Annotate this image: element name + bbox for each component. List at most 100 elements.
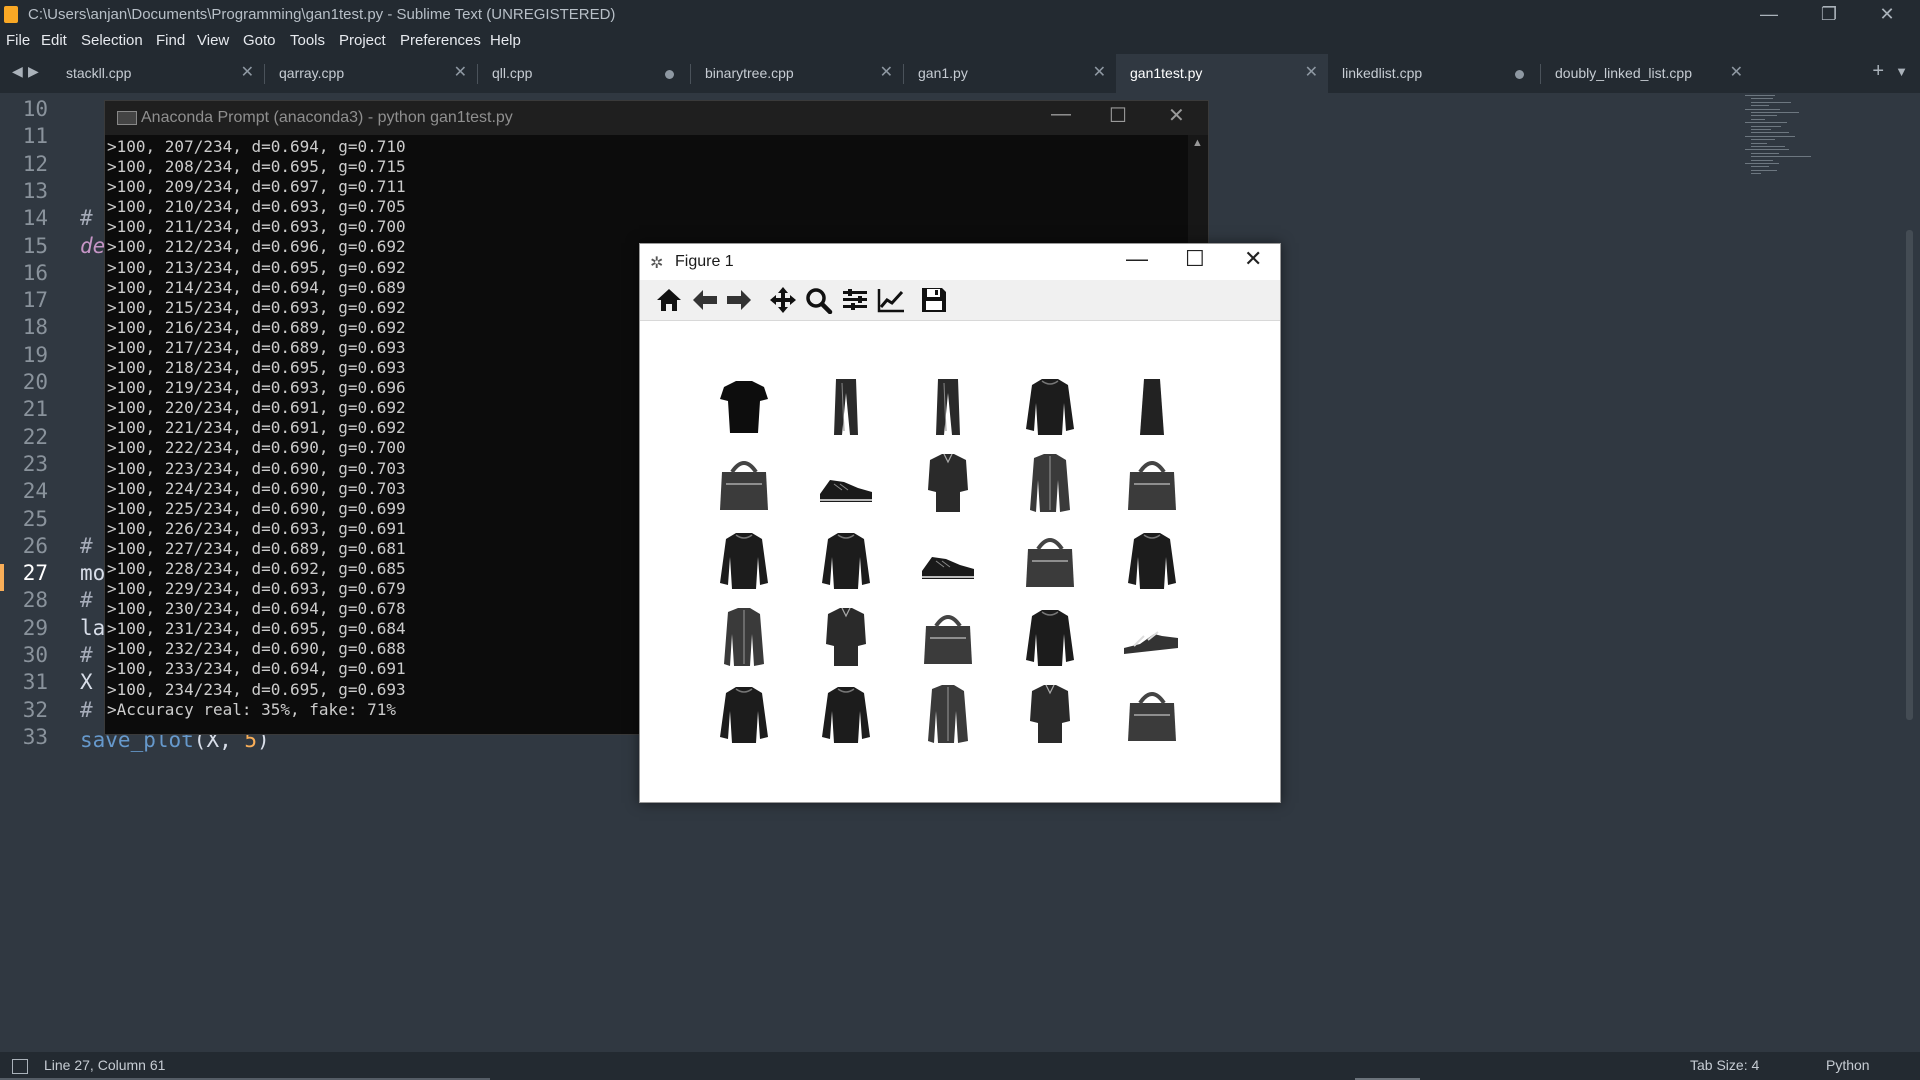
- console-maximize-button[interactable]: ☐: [1109, 103, 1127, 128]
- console-line: >100, 229/234, d=0.693, g=0.679: [107, 579, 406, 599]
- console-line: >Accuracy real: 35%, fake: 71%: [107, 699, 396, 719]
- menu-project[interactable]: Project: [339, 32, 386, 49]
- tab-linkedlist[interactable]: linkedlist.cpp: [1328, 54, 1540, 93]
- menu-view[interactable]: View: [197, 32, 229, 49]
- console-line: >100, 211/234, d=0.693, g=0.700: [107, 217, 406, 237]
- console-line: >100, 220/234, d=0.691, g=0.692: [107, 398, 406, 418]
- generated-image-tshirt: [712, 373, 776, 443]
- generated-image-dress: [1120, 373, 1184, 443]
- console-close-button[interactable]: ✕: [1168, 103, 1185, 128]
- console-output: >100, 207/234, d=0.694, g=0.710 >100, 208…: [107, 137, 406, 720]
- scroll-up-arrow-icon[interactable]: ▲: [1192, 137, 1203, 149]
- generated-image-trouser: [916, 373, 980, 443]
- console-line: >100, 228/234, d=0.692, g=0.685: [107, 558, 406, 578]
- figure-minimize-button[interactable]: —: [1126, 246, 1148, 272]
- line-number: 20: [22, 370, 48, 394]
- subplots-icon[interactable]: [840, 286, 870, 314]
- menu-goto[interactable]: Goto: [243, 32, 276, 49]
- home-icon[interactable]: [654, 286, 684, 314]
- pan-icon[interactable]: [768, 286, 798, 314]
- console-minimize-button[interactable]: —: [1051, 103, 1071, 126]
- modified-dot-icon[interactable]: [1515, 70, 1524, 79]
- tab-qll[interactable]: qll.cpp: [478, 54, 690, 93]
- console-line: >100, 212/234, d=0.696, g=0.692: [107, 237, 406, 257]
- line-number: 22: [22, 424, 48, 449]
- generated-image-coat: [712, 604, 776, 674]
- tab-prev-icon[interactable]: ◀: [12, 63, 23, 80]
- vertical-scrollbar[interactable]: [1906, 230, 1913, 720]
- generated-image-pullover: [712, 681, 776, 751]
- line-number: 28: [22, 588, 48, 613]
- code-line-26: #: [80, 533, 93, 558]
- line-number: 17: [22, 288, 48, 313]
- zoom-icon[interactable]: [804, 286, 834, 314]
- generated-image-shirt: [916, 450, 980, 520]
- tab-label: linkedlist.cpp: [1342, 65, 1423, 81]
- minimap[interactable]: [1745, 95, 1865, 185]
- line-number: 14: [22, 206, 48, 231]
- close-button[interactable]: ✕: [1858, 0, 1916, 29]
- line-number: 26: [22, 533, 48, 558]
- sidebar-toggle-icon[interactable]: [12, 1059, 28, 1074]
- menu-find[interactable]: Find: [156, 32, 185, 49]
- minimize-button[interactable]: —: [1740, 0, 1798, 29]
- generated-image-sneaker: [814, 450, 878, 520]
- close-icon[interactable]: ✕: [454, 62, 467, 82]
- generated-image-trouser: [814, 373, 878, 443]
- tab-gan1test[interactable]: gan1test.py ✕: [1116, 54, 1328, 93]
- current-line-marker: [0, 564, 4, 591]
- close-icon[interactable]: ✕: [1093, 62, 1106, 82]
- line-number: 16: [22, 260, 48, 285]
- menu-file[interactable]: File: [6, 32, 30, 49]
- menu-selection[interactable]: Selection: [81, 32, 143, 49]
- modified-dot-icon[interactable]: [665, 70, 674, 79]
- menu-tools[interactable]: Tools: [290, 32, 325, 49]
- console-line: >100, 221/234, d=0.691, g=0.692: [107, 418, 406, 438]
- close-icon[interactable]: ✕: [880, 62, 893, 82]
- tab-doubly-linked-list[interactable]: doubly_linked_list.cpp ✕: [1541, 54, 1753, 93]
- tab-label: stackll.cpp: [66, 65, 132, 81]
- console-line: >100, 216/234, d=0.689, g=0.692: [107, 317, 406, 337]
- console-line: >100, 210/234, d=0.693, g=0.705: [107, 197, 406, 217]
- generated-images-grid: [640, 321, 1280, 801]
- matplotlib-logo-icon: ✲: [650, 255, 664, 272]
- close-icon[interactable]: ✕: [1730, 62, 1743, 82]
- figure-title-bar[interactable]: ✲ Figure 1 — ☐ ✕: [640, 244, 1280, 280]
- generated-image-pullover: [814, 527, 878, 597]
- figure-close-button[interactable]: ✕: [1244, 246, 1262, 272]
- menu-edit[interactable]: Edit: [41, 32, 67, 49]
- syntax-mode[interactable]: Python: [1826, 1057, 1870, 1073]
- console-line: >100, 224/234, d=0.690, g=0.703: [107, 478, 406, 498]
- generated-image-pullover: [1018, 604, 1082, 674]
- save-icon[interactable]: [919, 286, 949, 314]
- figure-maximize-button[interactable]: ☐: [1185, 246, 1205, 272]
- close-icon[interactable]: ✕: [241, 62, 254, 82]
- line-number: 18: [22, 315, 48, 340]
- console-line: >100, 215/234, d=0.693, g=0.692: [107, 297, 406, 317]
- tab-qarray[interactable]: qarray.cpp ✕: [265, 54, 477, 93]
- generated-image-pullover: [1018, 373, 1082, 443]
- tab-stackll[interactable]: stackll.cpp ✕: [52, 54, 264, 93]
- figure-toolbar: [640, 280, 1280, 321]
- generated-image-shirt: [1018, 681, 1082, 751]
- tab-binarytree[interactable]: binarytree.cpp ✕: [691, 54, 903, 93]
- back-arrow-icon[interactable]: [690, 286, 720, 314]
- tab-next-icon[interactable]: ▶: [28, 63, 39, 80]
- tab-size[interactable]: Tab Size: 4: [1690, 1057, 1759, 1073]
- edit-curve-icon[interactable]: [876, 286, 906, 314]
- restore-button[interactable]: ❐: [1800, 0, 1858, 29]
- menu-help[interactable]: Help: [490, 32, 521, 49]
- line-number: 33: [22, 724, 48, 749]
- code-line-29: la: [80, 615, 106, 640]
- menu-preferences[interactable]: Preferences: [400, 32, 481, 49]
- console-line: >100, 218/234, d=0.695, g=0.693: [107, 358, 406, 378]
- console-line: >100, 227/234, d=0.689, g=0.681: [107, 538, 406, 558]
- close-icon[interactable]: ✕: [1305, 62, 1318, 82]
- forward-arrow-icon[interactable]: [724, 286, 754, 314]
- tab-gan1[interactable]: gan1.py ✕: [904, 54, 1116, 93]
- tab-list-dropdown-icon[interactable]: ▼: [1895, 64, 1908, 79]
- console-line: >100, 219/234, d=0.693, g=0.696: [107, 378, 406, 398]
- new-tab-plus-icon[interactable]: +: [1872, 60, 1884, 83]
- console-title-bar[interactable]: Anaconda Prompt (anaconda3) - python gan…: [105, 101, 1208, 135]
- matplotlib-figure-window[interactable]: ✲ Figure 1 — ☐ ✕: [639, 243, 1281, 803]
